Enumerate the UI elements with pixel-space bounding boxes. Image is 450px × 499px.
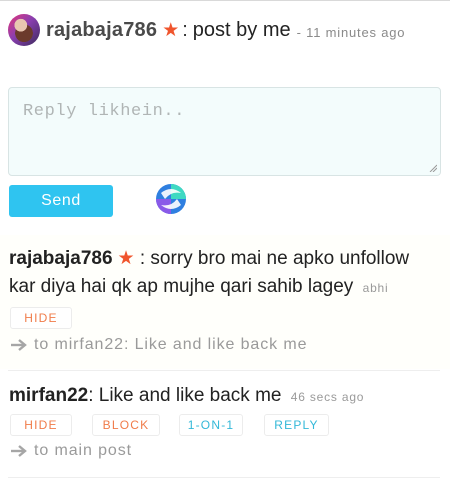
reply-input[interactable]	[9, 88, 440, 175]
divider	[8, 370, 440, 371]
avatar[interactable]	[8, 14, 40, 46]
reply-button[interactable]: REPLY	[264, 414, 329, 436]
comment-separator: :	[139, 248, 146, 269]
star-icon: ★	[162, 19, 180, 41]
one-on-one-button[interactable]: 1-ON-1	[179, 414, 243, 436]
arrow-right-icon	[11, 445, 27, 457]
send-button[interactable]: Send	[9, 185, 113, 217]
comment-text: Like and like back me	[98, 385, 282, 406]
star-icon: ★	[117, 248, 135, 269]
top-divider	[0, 0, 450, 1]
spinner-logo-icon	[156, 184, 186, 214]
comment-item: mirfan22: Like and like back me 46 secs …	[0, 372, 450, 475]
comment-author[interactable]: mirfan22	[9, 385, 88, 406]
post-author[interactable]: rajabaja786	[46, 19, 157, 42]
resize-grip-icon[interactable]	[429, 164, 437, 172]
reply-reference[interactable]: to main post	[10, 442, 132, 460]
post-separator: :	[182, 18, 188, 41]
post-header: rajabaja786 ★ : post by me - 11 minutes …	[8, 10, 444, 50]
hide-button[interactable]: HIDE	[10, 414, 72, 436]
reply-reference-text: to mirfan22: Like and like back me	[34, 336, 308, 353]
comment-item: rajabaja786 ★ : sorry bro mai ne apko unf…	[0, 235, 450, 369]
post-title: post by me	[192, 18, 291, 41]
comment-body: rajabaja786 ★ : sorry bro mai ne apko unf…	[9, 245, 434, 302]
comment-time: 46 secs ago	[290, 390, 365, 404]
comment-separator: :	[88, 385, 94, 406]
reply-box	[8, 87, 441, 176]
block-button[interactable]: BLOCK	[92, 414, 160, 436]
reply-reference[interactable]: to mirfan22: Like and like back me	[10, 336, 307, 354]
comment-time: abhi	[362, 281, 389, 295]
divider	[8, 477, 440, 478]
post-time: - 11 minutes ago	[296, 24, 406, 40]
arrow-right-icon	[11, 339, 27, 351]
comment-author[interactable]: rajabaja786	[9, 248, 113, 269]
comment-body: mirfan22: Like and like back me 46 secs …	[9, 382, 434, 411]
reply-reference-text: to main post	[34, 442, 132, 459]
hide-button[interactable]: HIDE	[10, 307, 72, 329]
